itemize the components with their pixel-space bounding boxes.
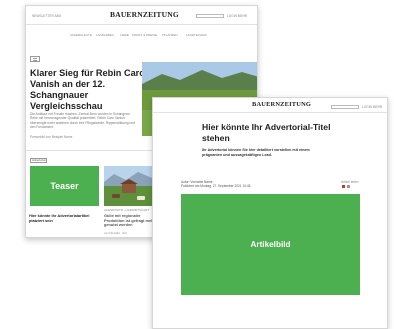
site-logo[interactable]: BAUERNZEITUNG (110, 10, 179, 19)
link-icon[interactable] (347, 185, 350, 188)
article-title: Hier könnte Ihr Advertorial-Titel stehen (202, 122, 331, 143)
teaser-image-placeholder[interactable]: Teaser (30, 166, 99, 206)
site-logo[interactable]: BAUERNZEITUNG (252, 101, 311, 108)
share-icon[interactable] (342, 185, 345, 188)
header-divider (153, 112, 387, 113)
share-label: Artikel teilen (341, 180, 359, 184)
article-image-placeholder: Artikelbild (181, 194, 360, 295)
card-title[interactable]: Gülle mit regionaler Produktion ist gefr… (104, 213, 156, 228)
nav-item-2[interactable]: LANDLEBEN (96, 33, 114, 37)
header-left-links[interactable]: NEWSLETTER ABO (32, 14, 61, 18)
header-right-links[interactable]: LOGIN MEHR (362, 105, 382, 109)
advertorial-badge: Advertorial (30, 158, 48, 164)
hero-headline[interactable]: Klarer Sieg für Rebin Caro Vanish an der… (30, 68, 148, 112)
search-input[interactable] (196, 14, 224, 18)
header-right-links[interactable]: LOGIN MEHR (227, 14, 247, 18)
hamburger-menu-icon[interactable] (30, 56, 40, 62)
nav-item-6[interactable]: LANDTECHNIK (186, 33, 207, 37)
nav-item-5[interactable]: PFLANZEN (162, 33, 178, 37)
search-input[interactable] (331, 105, 359, 109)
hero-lead: Die Anlässe mit Freude machen. Zentral-B… (30, 112, 136, 130)
card-photo[interactable] (104, 166, 152, 206)
nav-item-4[interactable]: MARKT & PREISE (132, 33, 157, 37)
advertorial-article-mockup: BAUERNZEITUNG LOGIN MEHR Hier könnte Ihr… (152, 97, 388, 329)
card-meta: vor 2 Stunden · Ref (104, 232, 127, 235)
teaser-title[interactable]: Hier könnte Ihr Advertorialartikel platz… (29, 213, 104, 223)
article-lead: Ihr Advertorial können Sie hier detailli… (202, 148, 310, 157)
cattle-photo-icon (104, 166, 152, 206)
hero-meta: Pressebild von Beispiel Name (30, 135, 73, 139)
nav-item-1[interactable]: AKKERSLEUTE (70, 33, 92, 37)
nav-item-3[interactable]: TIERE (120, 33, 129, 37)
byline-date: Publiziert am Montag, 27. September 2021… (181, 184, 251, 188)
header-divider (26, 24, 257, 25)
